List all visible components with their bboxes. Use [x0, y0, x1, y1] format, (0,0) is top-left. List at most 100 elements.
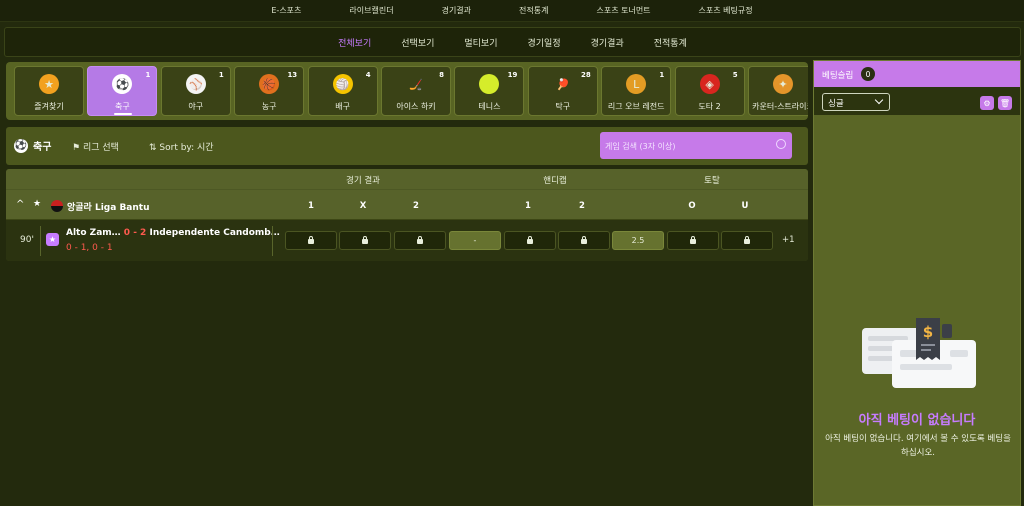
current-sport: ⚽ 축구 — [14, 138, 51, 153]
topnav-live-calendar[interactable]: 라이브캘린더 — [349, 5, 393, 16]
sport-tile[interactable]: ✦ 카운터-스트라이크 — [748, 66, 808, 116]
sport-count: 1 — [145, 71, 151, 79]
trash-icon[interactable]: 🗑 — [998, 96, 1012, 110]
sport-tile[interactable]: 19 테니스 — [454, 66, 525, 116]
search-placeholder: 게임 검색 (3자 이상) — [605, 142, 676, 151]
more-markets-button[interactable]: +1 — [782, 235, 795, 245]
col-under: U — [741, 201, 749, 211]
sport-count: 8 — [439, 71, 444, 79]
chevron-down-icon — [874, 95, 884, 105]
basketball-icon: 🏀 — [259, 74, 280, 94]
topnav-esports[interactable]: E-스포츠 — [271, 5, 301, 16]
lock-icon — [362, 236, 368, 244]
svg-text:$: $ — [923, 323, 933, 341]
sport-count: 4 — [365, 71, 371, 79]
tab-results[interactable]: 경기결과 — [591, 36, 624, 49]
divider — [272, 226, 273, 256]
sport-tile[interactable]: ⚽ 1 축구 — [87, 66, 158, 116]
sport-label: 즐겨찾기 — [34, 102, 64, 111]
sport-tile[interactable]: 🏓 28 탁구 — [527, 66, 598, 116]
settings-gear-icon[interactable]: ⚙ — [980, 96, 994, 110]
odds-cell-locked[interactable] — [721, 231, 773, 250]
half-scores: 0 - 1, 0 - 1 — [66, 243, 113, 253]
col-x: X — [359, 201, 367, 211]
col-handicap-2: 2 — [579, 201, 585, 211]
lock-icon — [527, 236, 533, 244]
market-table: 경기 결과 핸디캡 토탈 ^ ★ 앙골라 Liga Bantu 1 X 2 1 … — [6, 169, 808, 261]
active-indicator — [114, 113, 133, 115]
odds-cell-locked[interactable] — [504, 231, 556, 250]
sport-count: 1 — [659, 71, 665, 79]
tab-schedule[interactable]: 경기일정 — [528, 36, 561, 49]
topnav-rules[interactable]: 스포츠 베팅규정 — [699, 5, 753, 16]
bet-mode-select[interactable]: 싱글 — [822, 93, 890, 111]
tab-all[interactable]: 전체보기 — [338, 36, 371, 49]
star-icon: ★ — [39, 74, 59, 94]
sport-count: 1 — [218, 71, 224, 79]
odds-cell-locked[interactable] — [667, 231, 719, 250]
topnav-tournament[interactable]: 스포츠 토너먼트 — [596, 5, 650, 16]
group-match-result: 경기 결과 — [346, 176, 380, 186]
current-sport-label: 축구 — [33, 142, 52, 153]
sport-count: 13 — [287, 71, 298, 79]
lock-icon — [308, 236, 314, 244]
divider — [40, 226, 41, 256]
sport-label: 배구 — [335, 102, 350, 111]
soccer-ball-icon: ⚽ — [112, 74, 133, 94]
col-over: O — [688, 201, 696, 211]
col-2: 2 — [413, 201, 419, 211]
sport-count: 19 — [507, 71, 518, 79]
top-navigation: E-스포츠 라이브캘린더 경기결과 전적통계 스포츠 토너먼트 스포츠 베팅규정 — [0, 0, 1024, 22]
hockey-stick-icon: 🏒 — [409, 77, 423, 91]
tab-selected[interactable]: 선택보기 — [401, 36, 434, 49]
sport-tile[interactable]: ★ 즐겨찾기 — [14, 66, 84, 116]
angola-flag-icon — [51, 200, 63, 212]
tab-stats[interactable]: 전적통계 — [654, 36, 687, 49]
sport-label: 탁구 — [555, 102, 571, 111]
sport-tile[interactable]: 🏐 4 배구 — [307, 66, 378, 116]
dota2-icon: ◈ — [699, 74, 720, 94]
bet-slip-panel: 베팅슬립 0 싱글 ⚙ 🗑 $ 아직 베팅이 없습니다 아직 베팅이 없습니다.… — [813, 60, 1021, 506]
sport-tile[interactable]: ⚾ 1 야구 — [160, 66, 231, 116]
star-icon[interactable]: ★ — [33, 199, 41, 209]
odds-cell-locked[interactable] — [285, 231, 337, 250]
chevron-up-icon[interactable]: ^ — [16, 199, 24, 210]
favorite-star-icon[interactable]: ★ — [46, 233, 59, 246]
sport-tile[interactable]: ◈ 5 도타 2 — [674, 66, 745, 116]
topnav-stats[interactable]: 전적통계 — [519, 5, 548, 16]
baseball-icon: ⚾ — [185, 74, 206, 94]
sport-tile[interactable]: 🏀 13 농구 — [234, 66, 305, 116]
league-select-button[interactable]: ⚑ 리그 선택 — [72, 140, 119, 153]
topnav-results[interactable]: 경기결과 — [442, 5, 471, 16]
match-teams[interactable]: Alto Zam… 0 - 2 Independente Candomb… — [66, 228, 280, 238]
sport-label: 카운터-스트라이크 — [752, 102, 808, 111]
empty-betslip-illustration: $ — [862, 318, 976, 388]
game-search-input[interactable]: 게임 검색 (3자 이상) — [600, 132, 792, 159]
odds-cell-locked[interactable] — [339, 231, 391, 250]
league-name: 앙골라 Liga Bantu — [67, 203, 150, 213]
tab-multi[interactable]: 멀티보기 — [464, 36, 497, 49]
tennis-ball-icon — [479, 74, 500, 94]
sort-button[interactable]: ⇅ Sort by: 시간 — [149, 140, 214, 153]
bet-slip-header[interactable]: 베팅슬립 0 — [814, 61, 1020, 87]
league-select-label: 리그 선택 — [82, 143, 119, 153]
odds-cell[interactable]: - — [449, 231, 501, 250]
search-icon — [776, 139, 786, 149]
odds-cell-locked[interactable] — [394, 231, 446, 250]
sport-label: 도타 2 — [698, 102, 721, 111]
sport-tile[interactable]: 🏒 8 아이스 하키 — [381, 66, 451, 116]
group-total: 토탈 — [704, 176, 720, 186]
table-tennis-icon: 🏓 — [555, 77, 570, 91]
lock-icon — [744, 236, 750, 244]
sport-tile[interactable]: L 1 리그 오브 레전드 — [601, 66, 672, 116]
odds-cell-locked[interactable] — [558, 231, 610, 250]
match-minute: 90' — [20, 235, 34, 245]
lock-icon — [581, 236, 587, 244]
match-row[interactable]: 90' ★ Alto Zam… 0 - 2 Independente Cando… — [6, 220, 808, 261]
bet-slip-toolbar: 싱글 ⚙ 🗑 — [814, 87, 1020, 115]
sport-count: 28 — [581, 71, 591, 79]
sport-label: 농구 — [261, 102, 277, 111]
away-team: Independente Candomb… — [149, 228, 280, 238]
empty-state-title: 아직 베팅이 없습니다 — [858, 413, 976, 428]
odds-cell[interactable]: 2.5 — [612, 231, 664, 250]
